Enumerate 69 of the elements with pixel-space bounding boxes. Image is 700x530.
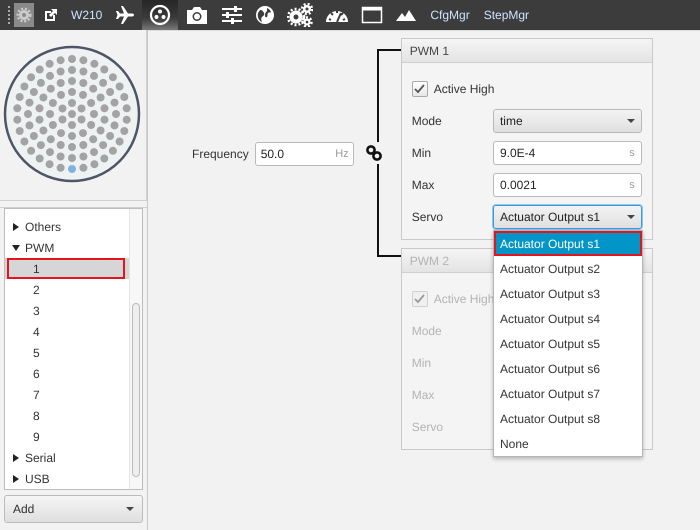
expanded-arrow-icon[interactable] xyxy=(12,244,20,250)
scrollbar[interactable] xyxy=(129,209,142,489)
caret-icon xyxy=(126,507,134,511)
unit-label: s xyxy=(629,147,635,159)
toolbar-tab[interactable]: CfgMgr xyxy=(424,0,476,30)
active-high-checkbox[interactable]: Active High xyxy=(412,77,494,101)
tree-item[interactable]: 9 xyxy=(5,426,129,447)
menu-item[interactable]: Actuator Output s7 xyxy=(494,381,642,406)
checkbox[interactable] xyxy=(412,81,428,97)
collapsed-arrow-icon[interactable] xyxy=(13,222,19,230)
field-label: Servo xyxy=(412,420,444,434)
collapsed-arrow-icon[interactable] xyxy=(13,454,19,462)
menu-item[interactable]: Actuator Output s8 xyxy=(494,406,642,431)
toolbar-tab[interactable]: StepMgr xyxy=(478,0,536,30)
external-link-icon xyxy=(44,8,58,22)
collapsed-arrow-icon[interactable] xyxy=(13,474,19,482)
unit-label: s xyxy=(629,179,635,191)
plane-icon xyxy=(115,5,136,25)
select-field[interactable]: Actuator Output s1 xyxy=(492,205,642,229)
field-label: Max xyxy=(412,178,436,192)
caret-icon xyxy=(626,119,635,123)
toolbar-tab[interactable]: W210 xyxy=(65,0,108,30)
tree-item[interactable]: 5 xyxy=(5,342,129,363)
field-value: 9.0E-4 xyxy=(500,146,536,160)
grip-handle[interactable] xyxy=(8,6,10,24)
field-label: Mode xyxy=(412,114,443,128)
tree-item[interactable]: 4 xyxy=(5,321,129,342)
check-icon xyxy=(414,294,426,304)
check-icon xyxy=(414,84,426,94)
camera-icon xyxy=(185,5,210,25)
tree-item[interactable]: 1 xyxy=(5,258,129,279)
globe-icon xyxy=(255,5,276,25)
field-label: Mode xyxy=(412,324,443,338)
tree-item[interactable]: 3 xyxy=(5,300,129,321)
mountains-icon xyxy=(395,8,418,22)
field-value: 0.0021 xyxy=(500,178,537,192)
connector-button[interactable] xyxy=(142,0,178,30)
field-label: Min xyxy=(412,356,432,370)
tree-item[interactable]: 8 xyxy=(5,405,129,426)
tree-item[interactable]: Serial xyxy=(5,447,129,468)
tree-item[interactable]: USB xyxy=(5,468,129,489)
menu-item[interactable]: Actuator Output s5 xyxy=(494,331,642,356)
field-label: Max xyxy=(412,388,436,402)
caret-icon xyxy=(626,215,635,219)
menu-item[interactable]: Actuator Output s3 xyxy=(494,281,642,306)
gears-icon xyxy=(287,3,314,27)
field-label: Servo xyxy=(412,210,444,224)
tree-item[interactable]: 2 xyxy=(5,279,129,300)
menu-item[interactable]: Actuator Output s4 xyxy=(494,306,642,331)
input-field[interactable]: 0.0021 s xyxy=(492,173,642,197)
sliders-icon xyxy=(221,5,244,25)
add-button[interactable]: Add xyxy=(4,495,143,523)
menu-item[interactable]: None xyxy=(494,431,642,456)
menu-item[interactable]: Actuator Output s6 xyxy=(494,356,642,381)
unit-label: Hz xyxy=(335,148,349,160)
frequency-label: Frequency xyxy=(192,147,249,161)
input-field[interactable]: 9.0E-4 s xyxy=(492,141,642,165)
frequency-field[interactable]: 50.0 Hz xyxy=(254,142,354,166)
tree-item[interactable]: Others xyxy=(5,216,129,237)
select-field[interactable]: time xyxy=(492,109,642,133)
window-icon xyxy=(361,5,384,25)
tree-item[interactable]: 6 xyxy=(5,363,129,384)
link-icon[interactable] xyxy=(365,144,383,162)
connector-icon xyxy=(149,4,172,26)
tree-item[interactable]: 7 xyxy=(5,384,129,405)
settings-icon xyxy=(16,7,32,23)
tree-item[interactable]: PWM xyxy=(5,237,129,258)
field-label: Min xyxy=(412,146,432,160)
field-value: 50.0 xyxy=(260,147,284,161)
